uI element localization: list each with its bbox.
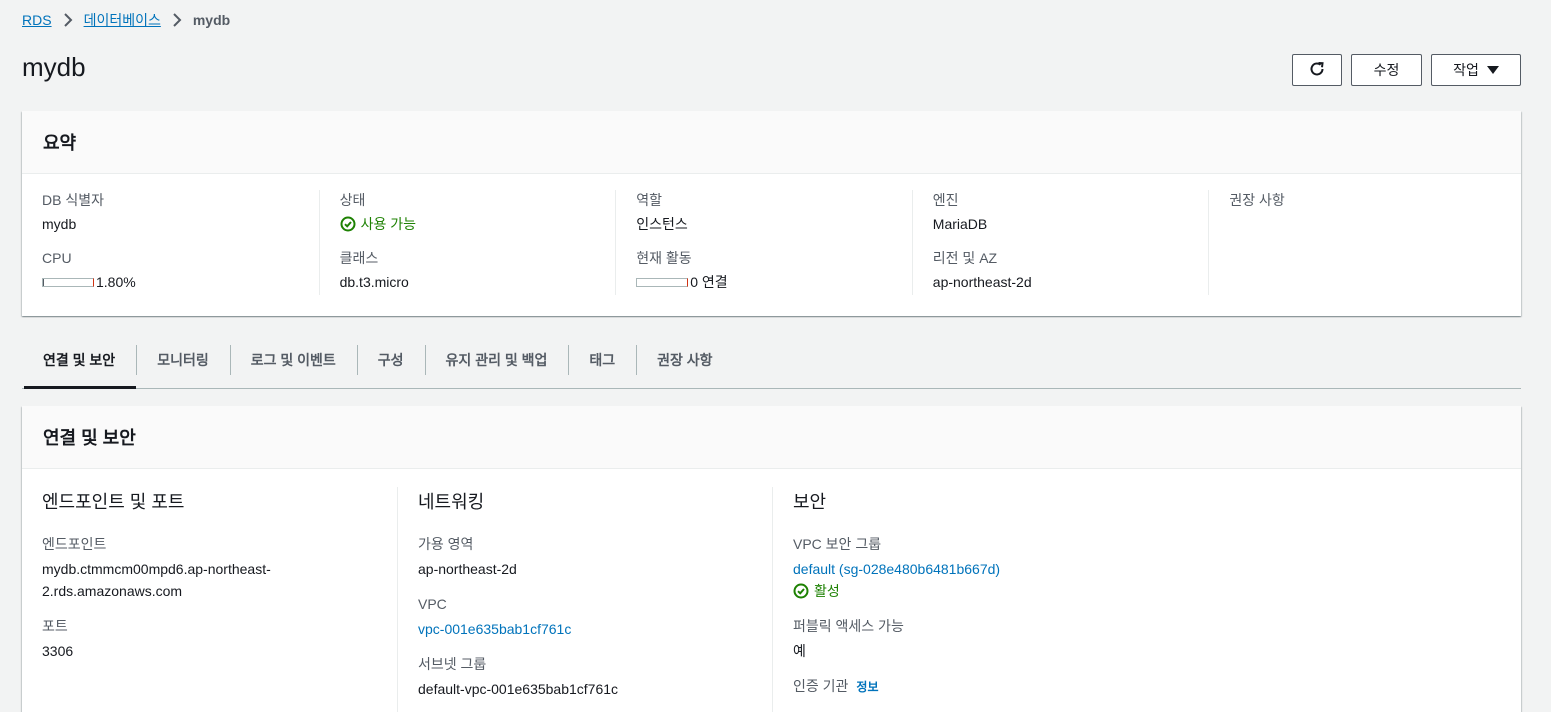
activity-meter xyxy=(636,277,689,287)
public-access-label: 퍼블릭 액세스 가능 xyxy=(793,618,904,634)
endpoint-line-2: 2.rds.amazonaws.com xyxy=(42,583,183,599)
endpoint-section: 엔드포인트 및 포트 엔드포인트 mydb.ctmmcm00mpd6.ap-no… xyxy=(22,487,397,712)
tab-connectivity[interactable]: 연결 및 보안 xyxy=(22,332,137,389)
status-label: 상태 xyxy=(339,192,366,208)
db-identifier-value: mydb xyxy=(42,216,77,232)
security-group-link[interactable]: default (sg-028e480b6481b667d) xyxy=(793,561,1000,577)
tab-configuration[interactable]: 구성 xyxy=(356,332,425,388)
summary-grid: DB 식별자 mydb CPU 1.80% 상태 사용 가능 클래스 db.t3… xyxy=(22,174,1521,295)
subnet-group-value: default-vpc-001e635bab1cf761c xyxy=(418,681,619,697)
status-ok-icon xyxy=(340,216,356,232)
summary-col-role: 역할 인스턴스 현재 활동 0 연결 xyxy=(615,190,912,295)
certificate-authority-row: 인증 기관 정보 xyxy=(793,676,1147,697)
connectivity-title: 연결 및 보안 xyxy=(43,428,136,448)
chevron-right-icon xyxy=(56,11,80,29)
summary-col-status: 상태 사용 가능 클래스 db.t3.micro xyxy=(318,190,616,295)
region-label: 리전 및 AZ xyxy=(932,250,998,266)
caret-down-icon xyxy=(1486,66,1499,74)
modify-button[interactable]: 수정 xyxy=(1351,54,1422,86)
detail-tabs: 연결 및 보안 모니터링 로그 및 이벤트 구성 유지 관리 및 백업 태그 권… xyxy=(22,332,1521,389)
tab-tags[interactable]: 태그 xyxy=(568,332,636,388)
security-group-label: VPC 보안 그룹 xyxy=(793,536,882,552)
connectivity-grid: 엔드포인트 및 포트 엔드포인트 mydb.ctmmcm00mpd6.ap-no… xyxy=(22,469,1521,712)
summary-title: 요약 xyxy=(43,133,77,153)
cpu-value: 1.80% xyxy=(96,274,136,290)
actions-dropdown-button[interactable]: 작업 xyxy=(1431,54,1521,86)
refresh-button[interactable] xyxy=(1292,54,1342,86)
region-value: ap-northeast-2d xyxy=(932,274,1032,290)
activity-value: 0 연결 xyxy=(690,274,728,290)
summary-panel: 요약 DB 식별자 mydb CPU 1.80% 상태 사용 가능 클래스 db… xyxy=(22,111,1521,316)
cpu-value-row: 1.80% xyxy=(42,272,319,292)
breadcrumb-rds-link[interactable]: RDS xyxy=(22,12,52,28)
port-label: 포트 xyxy=(42,618,68,634)
certificate-authority-label: 인증 기관 xyxy=(793,678,849,694)
breadcrumb-databases-link[interactable]: 데이터베이스 xyxy=(84,10,161,30)
engine-value: MariaDB xyxy=(932,216,988,232)
cpu-label: CPU xyxy=(42,250,72,266)
refresh-icon xyxy=(1308,60,1326,81)
tab-maintenance-backup[interactable]: 유지 관리 및 백업 xyxy=(424,332,569,388)
connectivity-header: 연결 및 보안 xyxy=(22,406,1521,469)
activity-value-row: 0 연결 xyxy=(636,272,912,292)
security-group-status: 활성 xyxy=(814,583,840,599)
summary-col-recommendations: 권장 사항 xyxy=(1208,190,1505,295)
security-group-status-row: 활성 xyxy=(793,580,1147,602)
breadcrumb-current: mydb xyxy=(192,12,231,28)
tab-monitoring[interactable]: 모니터링 xyxy=(136,332,230,388)
subnet-group-label: 서브넷 그룹 xyxy=(418,656,487,672)
summary-col-engine: 엔진 MariaDB 리전 및 AZ ap-northeast-2d xyxy=(911,190,1209,295)
status-value-row: 사용 가능 xyxy=(340,214,616,234)
role-label: 역할 xyxy=(636,192,662,208)
security-section: 보안 VPC 보안 그룹 default (sg-028e480b6481b66… xyxy=(772,487,1147,712)
az-value: ap-northeast-2d xyxy=(418,561,517,577)
db-identifier-label: DB 식별자 xyxy=(42,192,104,208)
tab-recommendations[interactable]: 권장 사항 xyxy=(636,332,733,388)
status-ok-icon xyxy=(793,583,809,599)
connectivity-panel: 연결 및 보안 엔드포인트 및 포트 엔드포인트 mydb.ctmmcm00mp… xyxy=(22,406,1521,712)
recommendations-label: 권장 사항 xyxy=(1229,192,1285,208)
class-label: 클래스 xyxy=(339,250,379,266)
endpoint-label: 엔드포인트 xyxy=(42,536,107,552)
az-label: 가용 영역 xyxy=(418,536,474,552)
certificate-authority-info-link[interactable]: 정보 xyxy=(856,680,878,694)
header-actions: 수정 작업 xyxy=(1292,54,1521,86)
port-value: 3306 xyxy=(42,643,74,659)
breadcrumb: RDS 데이터베이스 mydb xyxy=(22,10,230,30)
networking-heading: 네트워킹 xyxy=(418,492,485,512)
actions-label: 작업 xyxy=(1453,62,1479,78)
chevron-right-icon xyxy=(165,11,189,29)
vpc-link[interactable]: vpc-001e635bab1cf761c xyxy=(418,621,571,637)
page-title: mydb xyxy=(22,52,86,82)
vpc-label: VPC xyxy=(418,596,447,612)
role-value: 인스턴스 xyxy=(636,216,688,232)
cpu-meter-fill xyxy=(43,278,44,286)
status-value: 사용 가능 xyxy=(360,216,417,232)
class-value: db.t3.micro xyxy=(339,274,409,290)
networking-section: 네트워킹 가용 영역 ap-northeast-2d VPC vpc-001e6… xyxy=(397,487,772,712)
endpoint-value: mydb.ctmmcm00mpd6.ap-northeast- 2.rds.am… xyxy=(42,558,397,602)
tab-logs-events[interactable]: 로그 및 이벤트 xyxy=(229,332,357,388)
activity-label: 현재 활동 xyxy=(636,250,692,266)
endpoint-heading: 엔드포인트 및 포트 xyxy=(42,492,185,512)
summary-col-identifier: DB 식별자 mydb CPU 1.80% xyxy=(22,190,319,295)
security-heading: 보안 xyxy=(793,492,827,512)
engine-label: 엔진 xyxy=(932,192,959,208)
cpu-meter xyxy=(42,277,94,287)
summary-header: 요약 xyxy=(22,111,1521,174)
endpoint-line-1: mydb.ctmmcm00mpd6.ap-northeast- xyxy=(42,561,271,577)
public-access-value: 예 xyxy=(793,643,806,659)
